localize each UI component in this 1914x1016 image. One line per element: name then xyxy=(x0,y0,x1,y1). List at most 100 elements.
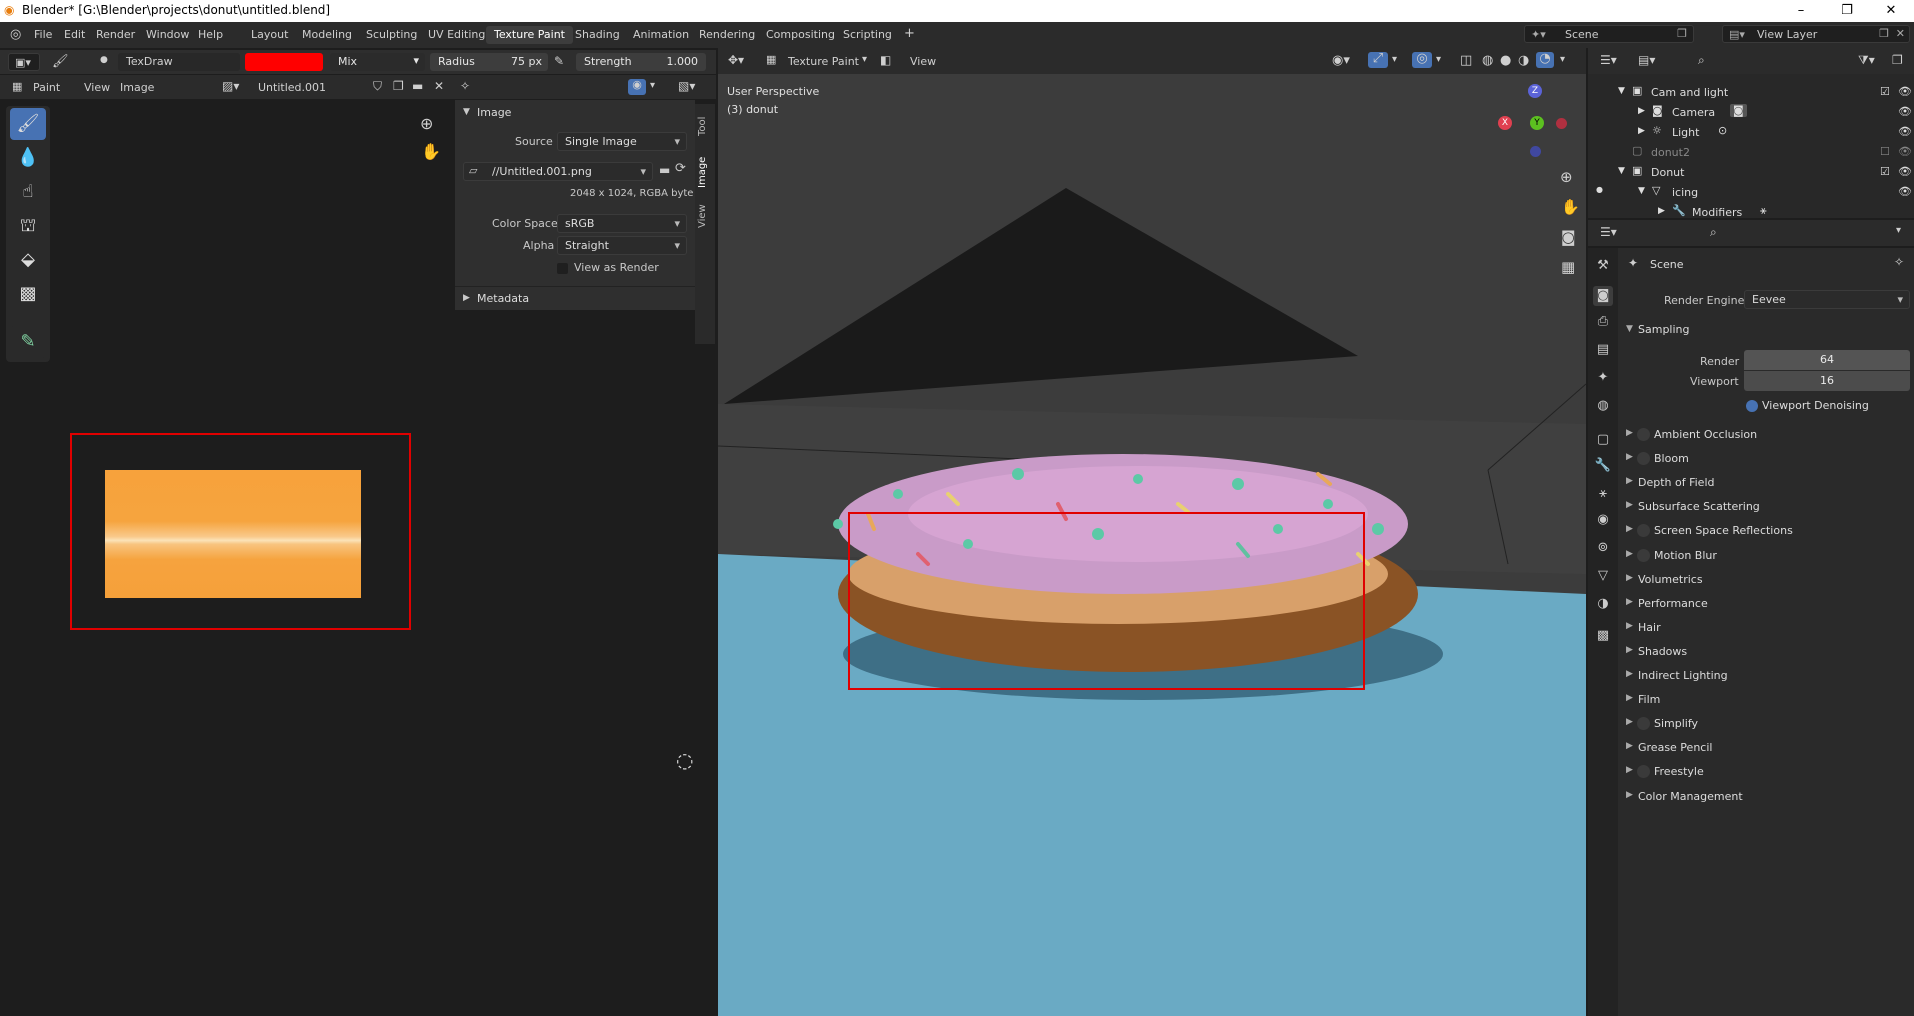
wireframe-shading-icon[interactable]: ◍ xyxy=(1482,54,1493,67)
checkbox-icon[interactable]: ☐ xyxy=(1880,145,1890,158)
ortho-toggle-icon[interactable]: ▦ xyxy=(1561,260,1575,275)
panel-section[interactable]: ▶ Subsurface Scattering xyxy=(1618,496,1914,518)
panel-section[interactable]: ▶ Simplify xyxy=(1618,713,1914,735)
colorspace-select[interactable]: sRGB xyxy=(557,214,687,233)
soften-tool[interactable]: 💧 xyxy=(10,142,46,174)
expand-icon[interactable]: ▶ xyxy=(1626,693,1633,703)
rendered-shading-icon[interactable]: ◔ xyxy=(1536,52,1554,68)
add-workspace-button[interactable]: + xyxy=(896,24,923,42)
panel-section[interactable]: ▶ Performance xyxy=(1618,593,1914,615)
reload-icon[interactable]: ⟳ xyxy=(675,161,686,176)
tab-sculpting[interactable]: Sculpting xyxy=(358,26,425,44)
new-view-layer-icon[interactable]: ❐ xyxy=(1879,27,1889,40)
gizmo-y-axis[interactable]: Y xyxy=(1530,116,1544,130)
expand-icon[interactable]: ▼ xyxy=(1618,86,1625,96)
zoom-icon[interactable]: ⊕ xyxy=(1560,170,1573,185)
panel-section[interactable]: ▶ Hair xyxy=(1618,617,1914,639)
render-tab-icon[interactable]: ◙ xyxy=(1593,286,1613,306)
smear-tool[interactable]: ☝ xyxy=(10,176,46,208)
section-checkbox[interactable] xyxy=(1637,549,1650,562)
tab-view[interactable]: View xyxy=(697,204,708,228)
outliner-row[interactable]: ▶ 🔧 Modifiers ⚹ xyxy=(1588,202,1914,222)
remove-view-layer-icon[interactable]: ✕ xyxy=(1896,27,1905,40)
section-checkbox[interactable] xyxy=(1637,452,1650,465)
expand-icon[interactable]: ▶ xyxy=(1626,717,1633,727)
pin-icon[interactable]: ✧ xyxy=(1894,256,1904,268)
tab-layout[interactable]: Layout xyxy=(243,26,296,44)
particles-tab-icon[interactable]: ⚹ xyxy=(1593,484,1613,504)
scene-tab-icon[interactable]: ✦ xyxy=(1593,368,1613,388)
expand-icon[interactable]: ▶ xyxy=(1626,549,1633,559)
eye-icon[interactable]: 👁 xyxy=(1898,85,1912,98)
blender-menu-icon[interactable]: ◎ xyxy=(10,28,21,41)
menu-image[interactable]: Image xyxy=(120,81,154,94)
panel-section[interactable]: ▶ Shadows xyxy=(1618,641,1914,663)
menu-edit[interactable]: Edit xyxy=(64,28,85,41)
strength-field[interactable]: Strength 1.000 xyxy=(576,53,706,71)
output-tab-icon[interactable]: ⎙ xyxy=(1593,312,1613,332)
constraints-tab-icon[interactable]: ⊚ xyxy=(1593,538,1613,558)
panel-section[interactable]: ▶ Volumetrics xyxy=(1618,569,1914,591)
filter-icon[interactable]: ⧩▾ xyxy=(1858,54,1875,66)
checkbox-icon[interactable]: ☑ xyxy=(1880,165,1890,178)
expand-icon[interactable]: ▶ xyxy=(1626,524,1633,534)
pressure-icon[interactable]: ✎ xyxy=(554,55,564,67)
section-checkbox[interactable] xyxy=(1637,524,1650,537)
panel-section[interactable]: ▶ Ambient Occlusion xyxy=(1618,424,1914,446)
navigation-gizmo[interactable]: Z X Y xyxy=(1498,84,1578,164)
eye-icon[interactable]: 👁 xyxy=(1898,105,1912,118)
view-layer-selector[interactable]: ▤▾ View Layer ❐ ✕ xyxy=(1722,25,1910,43)
editor-type-icon[interactable]: ✥▾ xyxy=(728,54,744,66)
editor-type-icon[interactable]: ☰▾ xyxy=(1600,54,1617,66)
alpha-select[interactable]: Straight xyxy=(557,236,687,255)
editor-type-icon[interactable]: ☰▾ xyxy=(1600,226,1617,238)
panel-section[interactable]: ▶ Color Management xyxy=(1618,786,1914,808)
chevron-down-icon[interactable]: ▾ xyxy=(1896,226,1901,236)
panel-section[interactable]: ▶ Screen Space Reflections xyxy=(1618,520,1914,542)
expand-icon[interactable]: ▶ xyxy=(1626,790,1633,800)
mask-tool[interactable]: ▩ xyxy=(10,278,46,310)
panel-section[interactable]: ▶ Freestyle xyxy=(1618,761,1914,783)
expand-icon[interactable]: ▶ xyxy=(1626,500,1633,510)
gizmo-neg-x[interactable] xyxy=(1556,118,1567,129)
new-collection-icon[interactable]: ❐ xyxy=(1892,54,1903,66)
maximize-button[interactable]: ❐ xyxy=(1824,0,1870,22)
gizmo-z-axis[interactable]: Z xyxy=(1528,84,1542,98)
gizmo-x-axis[interactable]: X xyxy=(1498,116,1512,130)
expand-icon[interactable]: ▶ xyxy=(1638,106,1645,116)
outliner-row[interactable]: ● ▼ ▽ icing 👁 xyxy=(1588,182,1914,202)
tab-scripting[interactable]: Scripting xyxy=(835,26,900,44)
pan-hand-icon[interactable]: ✋ xyxy=(421,144,441,160)
menu-window[interactable]: Window xyxy=(146,28,189,41)
view-layer-tab-icon[interactable]: ▤ xyxy=(1593,340,1613,360)
scene-selector[interactable]: ✦▾ Scene ❐ xyxy=(1524,25,1694,43)
eye-icon[interactable]: 👁 xyxy=(1898,185,1912,198)
visibility-icon[interactable]: ◉▾ xyxy=(1332,54,1350,67)
viewport-mode-menu[interactable]: Texture Paint xyxy=(788,55,859,68)
panel-section[interactable]: ▶ Bloom xyxy=(1618,448,1914,470)
camera-view-icon[interactable]: ◙ xyxy=(1561,230,1576,245)
folder-icon[interactable]: ▬ xyxy=(659,163,670,177)
menu-view[interactable]: View xyxy=(84,81,110,94)
minimize-button[interactable]: – xyxy=(1778,0,1824,22)
section-checkbox[interactable] xyxy=(1637,765,1650,778)
expand-icon[interactable]: ▼ xyxy=(1638,186,1645,196)
view-as-render-checkbox[interactable] xyxy=(557,263,568,274)
menu-help[interactable]: Help xyxy=(198,28,223,41)
tab-animation[interactable]: Animation xyxy=(625,26,697,44)
expand-icon[interactable]: ▶ xyxy=(1626,428,1633,438)
expand-icon[interactable]: ▶ xyxy=(1626,452,1633,462)
modifier-tab-icon[interactable]: 🔧 xyxy=(1593,456,1613,476)
sampling-section[interactable]: ▼ Sampling xyxy=(1618,320,1914,342)
expand-icon[interactable]: ▶ xyxy=(1626,476,1633,486)
close-button[interactable]: ✕ xyxy=(1868,0,1914,22)
sampling-render-field[interactable]: 64 xyxy=(1744,350,1910,370)
tab-shading[interactable]: Shading xyxy=(567,26,628,44)
clone-tool[interactable]: ⛫ xyxy=(10,210,46,242)
zoom-icon[interactable]: ⊕ xyxy=(420,116,433,132)
chevron-down-icon[interactable]: ▾ xyxy=(650,81,655,91)
material-tab-icon[interactable]: ◑ xyxy=(1593,594,1613,614)
paint-mode-menu[interactable]: Paint xyxy=(33,81,60,94)
menu-file[interactable]: File xyxy=(34,28,52,41)
brush-icon[interactable]: 🖌 xyxy=(52,55,69,68)
